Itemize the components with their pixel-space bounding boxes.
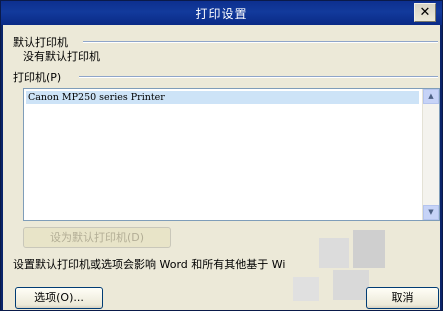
printers-divider bbox=[79, 76, 438, 78]
window-title: 打印设置 bbox=[195, 7, 248, 21]
close-button[interactable]: ✕ bbox=[414, 3, 436, 22]
print-settings-dialog: 打印设置 ✕ 默认打印机 没有默认打印机 打印机(P) Canon MP250 … bbox=[0, 0, 443, 311]
title-bar[interactable]: 打印设置 ✕ bbox=[1, 1, 442, 25]
set-default-printer-button[interactable]: 设为默认打印机(D) bbox=[23, 227, 171, 248]
printer-list-scrollbar[interactable]: ▲ ▼ bbox=[422, 89, 439, 220]
printer-list[interactable]: Canon MP250 series Printer ▲ ▼ bbox=[23, 88, 440, 221]
blurred-area bbox=[319, 238, 349, 268]
chevron-up-icon: ▲ bbox=[428, 92, 434, 100]
dialog-body: 默认打印机 没有默认打印机 打印机(P) Canon MP250 series … bbox=[3, 25, 440, 310]
close-icon: ✕ bbox=[419, 5, 431, 20]
cancel-button[interactable]: 取消 bbox=[366, 287, 439, 309]
info-text: 设置默认打印机或选项会影响 Word 和所有其他基于 Wi bbox=[13, 258, 286, 271]
blurred-area bbox=[333, 270, 369, 300]
options-button[interactable]: 选项(O)... bbox=[15, 287, 103, 309]
scroll-down-button[interactable]: ▼ bbox=[423, 205, 439, 220]
blurred-area bbox=[293, 277, 319, 301]
blurred-area bbox=[353, 230, 385, 268]
list-item[interactable]: Canon MP250 series Printer bbox=[26, 91, 419, 104]
chevron-down-icon: ▼ bbox=[428, 208, 434, 216]
default-printer-value: 没有默认打印机 bbox=[23, 50, 100, 63]
printers-group-label: 打印机(P) bbox=[13, 71, 62, 84]
scroll-up-button[interactable]: ▲ bbox=[423, 89, 439, 104]
default-printer-divider bbox=[83, 41, 438, 43]
